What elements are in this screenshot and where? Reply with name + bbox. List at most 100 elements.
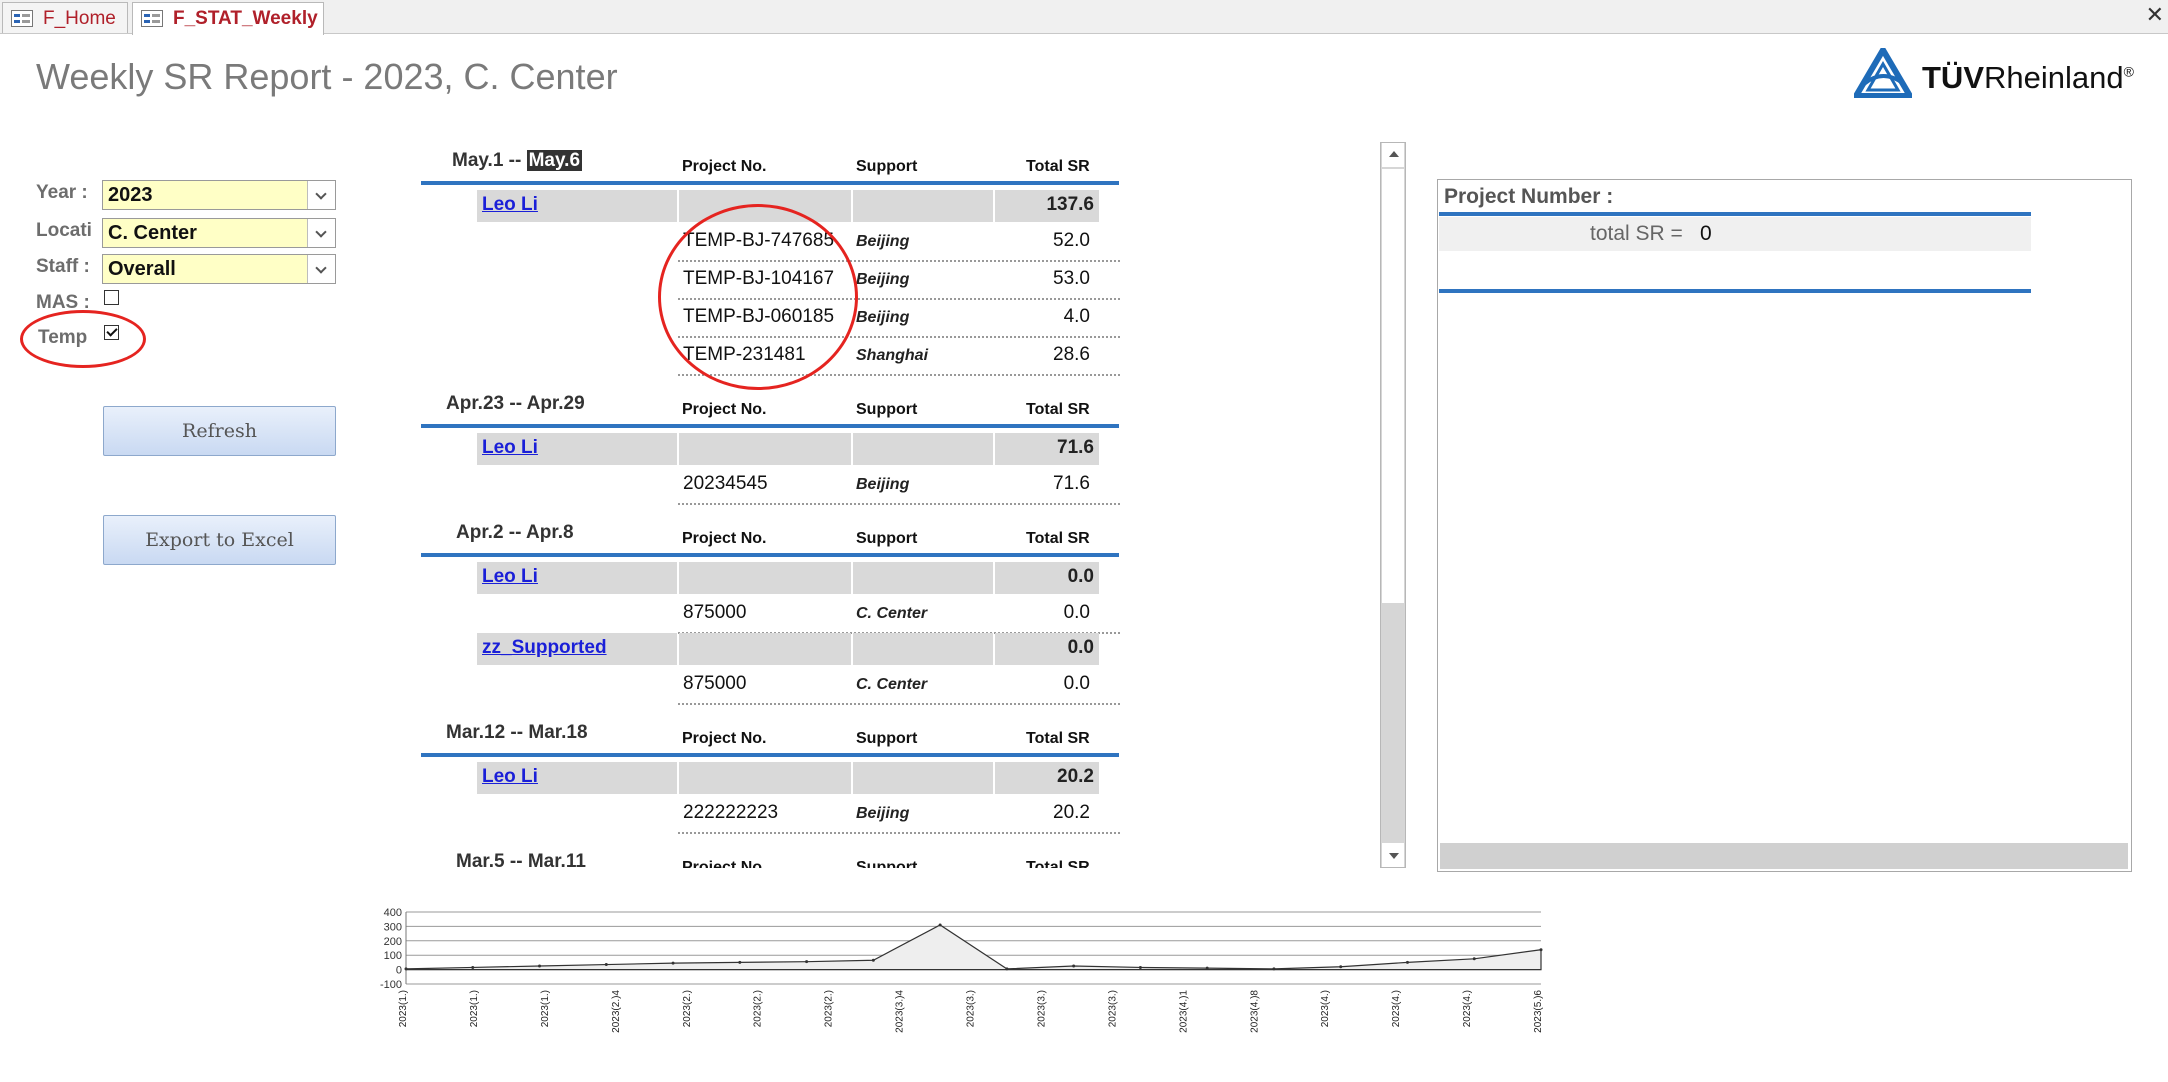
- week-divider: [421, 553, 1119, 557]
- staff-cell: [853, 433, 993, 465]
- project-number: 20234545: [683, 473, 768, 494]
- report-scrollbar[interactable]: [1380, 142, 1406, 868]
- column-header-support: Support: [856, 158, 918, 175]
- weekly-sr-chart: 4003002001000-1002023(1.) 2023(1.) 2023(1.…: [380, 907, 1544, 1033]
- week-start: Mar.12 --: [446, 722, 529, 743]
- chevron-down-icon[interactable]: [307, 255, 335, 283]
- x-tick-label: 2023(3.): [966, 990, 977, 1027]
- x-tick-label: 2023(4.)1: [1178, 990, 1189, 1033]
- logo-mark: ®: [2123, 63, 2134, 80]
- staff-cell: [679, 633, 851, 665]
- row-total-sr: 4.0: [1063, 306, 1090, 327]
- export-to-excel-button[interactable]: Export to Excel: [103, 515, 336, 565]
- data-point: [1405, 960, 1409, 964]
- week-end: Mar.18: [528, 722, 588, 743]
- data-point: [938, 923, 942, 927]
- project-detail-panel: [1437, 179, 2132, 872]
- x-tick-label: 2023(4.)8: [1249, 990, 1260, 1033]
- staff-label: Staff :: [36, 256, 90, 277]
- tab-f-home[interactable]: F_Home: [2, 2, 128, 33]
- column-header-total: Total SR: [1026, 730, 1090, 747]
- support-location: C. Center: [856, 676, 928, 693]
- tuv-triangle-icon: [1854, 48, 1912, 98]
- chevron-down-icon[interactable]: [307, 219, 335, 247]
- staff-cell: [679, 433, 851, 465]
- staff-row: Leo Li 71.6: [420, 433, 1120, 465]
- series-area: [405, 924, 1542, 971]
- staff-total: 71.6: [1057, 437, 1094, 458]
- week-divider: [421, 753, 1119, 757]
- staff-combo[interactable]: Overall: [102, 254, 336, 284]
- staff-name-link[interactable]: Leo Li: [482, 766, 538, 788]
- document-tab-bar: F_Home F_STAT_Weekly ✕: [0, 0, 2168, 35]
- divider: [1439, 289, 2031, 293]
- data-point: [1205, 966, 1209, 970]
- table-row: 875000 C. Center 0.0: [678, 666, 1120, 705]
- data-point: [1005, 967, 1009, 971]
- column-header-total: Total SR: [1026, 859, 1090, 868]
- column-header-project: Project No.: [682, 859, 767, 868]
- total-sr-value: 0: [1700, 222, 1712, 245]
- y-tick-label: 100: [384, 950, 402, 962]
- tab-f-stat-weekly[interactable]: F_STAT_Weekly: [132, 2, 324, 35]
- data-point: [871, 958, 875, 962]
- project-number-label: Project Number :: [1444, 185, 1614, 208]
- year-combo[interactable]: 2023: [102, 180, 336, 210]
- close-icon[interactable]: ✕: [2146, 4, 2164, 26]
- support-location: Beijing: [856, 309, 910, 326]
- support-location: C. Center: [856, 605, 928, 622]
- project-number: 875000: [683, 673, 747, 694]
- staff-name-link[interactable]: Leo Li: [482, 437, 538, 459]
- week-divider: [421, 181, 1119, 185]
- column-header-total: Total SR: [1026, 401, 1090, 418]
- week-start: Apr.2 --: [456, 522, 527, 543]
- panel-footer: [1440, 843, 2128, 869]
- support-location: Beijing: [856, 476, 910, 493]
- y-tick-label: 400: [384, 907, 402, 919]
- data-point: [471, 965, 475, 969]
- tab-label: F_Home: [43, 8, 116, 29]
- week-date-range: May.1 -- May.6: [452, 150, 583, 172]
- row-total-sr: 28.6: [1053, 344, 1090, 365]
- x-tick-label: 2023(2.): [753, 990, 764, 1027]
- data-point: [805, 960, 809, 964]
- week-end: Mar.11: [527, 851, 586, 868]
- x-tick-label: 2023(1.): [469, 990, 480, 1027]
- x-tick-label: 2023(1.): [540, 990, 551, 1027]
- x-tick-label: 2023(1.): [398, 990, 409, 1027]
- year-value: 2023: [108, 184, 153, 206]
- x-tick-label: 2023(4.): [1320, 990, 1331, 1027]
- week-date-range: Mar.5 -- Mar.11: [456, 851, 586, 868]
- scroll-down-icon[interactable]: [1382, 843, 1404, 867]
- x-tick-label: 2023(3.): [1107, 990, 1118, 1027]
- location-value: C. Center: [108, 222, 197, 244]
- table-row: 222222223 Beijing 20.2: [678, 795, 1120, 834]
- project-number: 222222223: [683, 802, 779, 823]
- logo-regular: Rheinland: [1984, 60, 2124, 95]
- y-tick-label: 200: [384, 936, 402, 948]
- staff-total: 20.2: [1057, 766, 1094, 787]
- location-combo[interactable]: C. Center: [102, 218, 336, 248]
- data-point: [1539, 948, 1543, 952]
- staff-row: zz_Supported 0.0: [420, 633, 1120, 665]
- page-title: Weekly SR Report - 2023, C. Center: [36, 56, 618, 97]
- annotation-circle-projects: [658, 204, 858, 390]
- column-header-project: Project No.: [682, 530, 767, 547]
- form-icon: [11, 10, 33, 27]
- mas-checkbox[interactable]: [104, 290, 119, 305]
- chevron-down-icon[interactable]: [307, 181, 335, 209]
- staff-total: 137.6: [1046, 194, 1094, 215]
- refresh-button[interactable]: Refresh: [103, 406, 336, 456]
- tab-label: F_STAT_Weekly: [173, 8, 318, 29]
- y-tick-label: 300: [384, 921, 402, 933]
- week-start: May.1 --: [452, 150, 527, 171]
- staff-name-link[interactable]: zz_Supported: [482, 637, 607, 659]
- scroll-up-icon[interactable]: [1382, 143, 1404, 167]
- staff-name-link[interactable]: Leo Li: [482, 194, 538, 216]
- staff-name-link[interactable]: Leo Li: [482, 566, 538, 588]
- scroll-thumb[interactable]: [1382, 169, 1404, 603]
- data-point: [404, 967, 408, 971]
- support-location: Beijing: [856, 805, 910, 822]
- row-total-sr: 52.0: [1053, 230, 1090, 251]
- data-point: [1072, 964, 1076, 968]
